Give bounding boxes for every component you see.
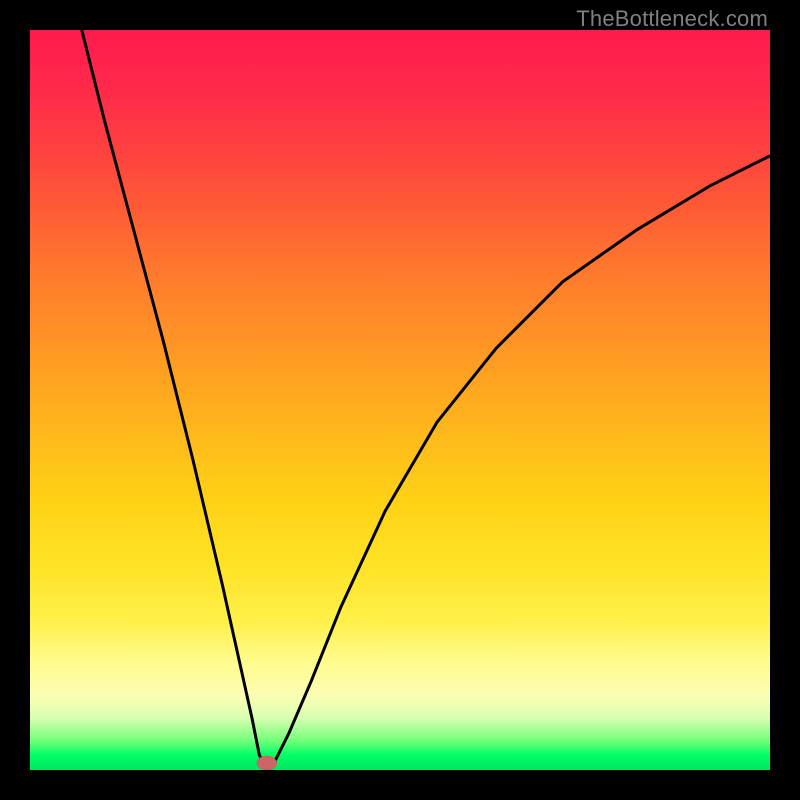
plot-area [30, 30, 770, 770]
bottleneck-curve [82, 30, 770, 770]
curve-svg [30, 30, 770, 770]
chart-frame: TheBottleneck.com [0, 0, 800, 800]
watermark-text: TheBottleneck.com [576, 6, 768, 32]
optimum-marker [257, 756, 277, 770]
